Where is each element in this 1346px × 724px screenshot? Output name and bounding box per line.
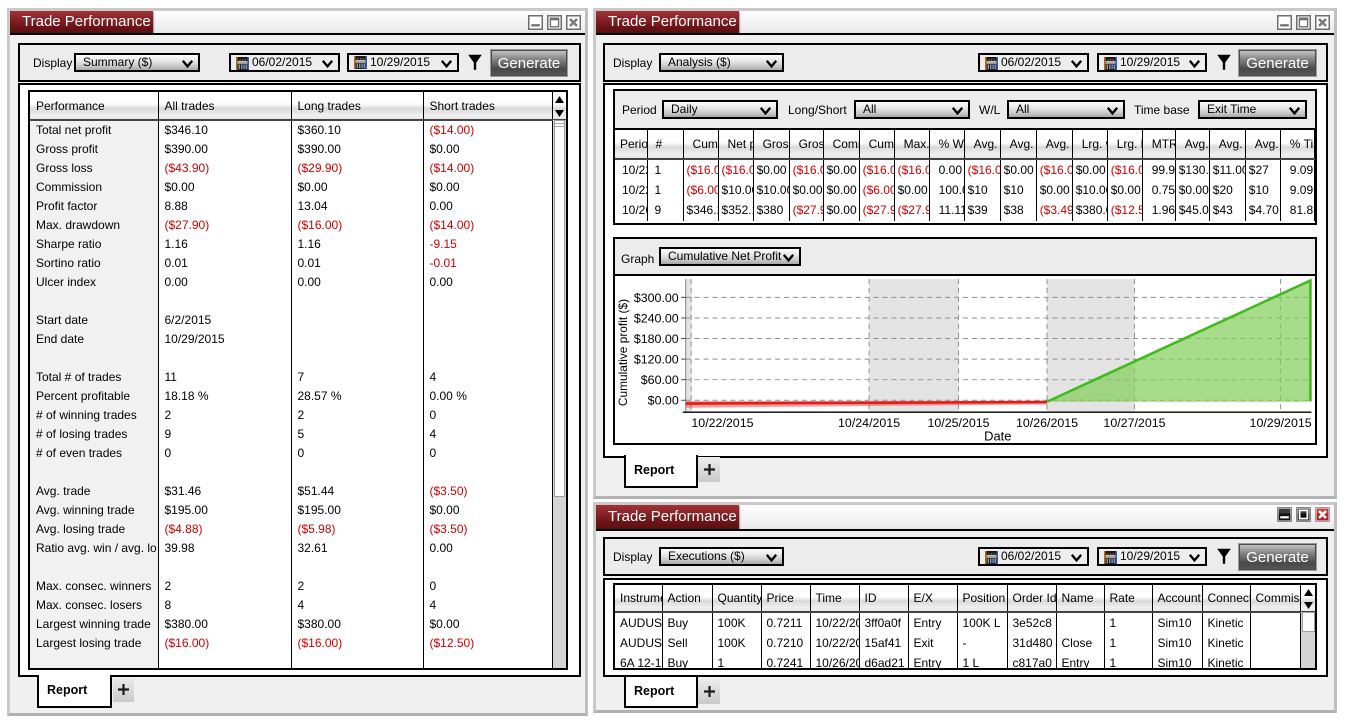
svg-text:10/24/2015: 10/24/2015: [838, 416, 900, 430]
svg-text:$60.00: $60.00: [641, 373, 679, 387]
svg-text:10/26/2015: 10/26/2015: [1016, 416, 1078, 430]
svg-text:$120.00: $120.00: [634, 353, 679, 367]
svg-text:Date: Date: [984, 429, 1011, 444]
svg-text:$240.00: $240.00: [634, 311, 679, 325]
svg-text:10/27/2015: 10/27/2015: [1103, 416, 1165, 430]
svg-text:10/25/2015: 10/25/2015: [927, 416, 989, 430]
svg-text:10/22/2015: 10/22/2015: [691, 416, 753, 430]
svg-text:$0.00: $0.00: [648, 394, 679, 408]
svg-text:10/29/2015: 10/29/2015: [1250, 416, 1312, 430]
svg-text:Cumulative profit ($): Cumulative profit ($): [616, 299, 630, 406]
svg-text:$180.00: $180.00: [634, 332, 679, 346]
svg-text:$300.00: $300.00: [634, 291, 679, 305]
